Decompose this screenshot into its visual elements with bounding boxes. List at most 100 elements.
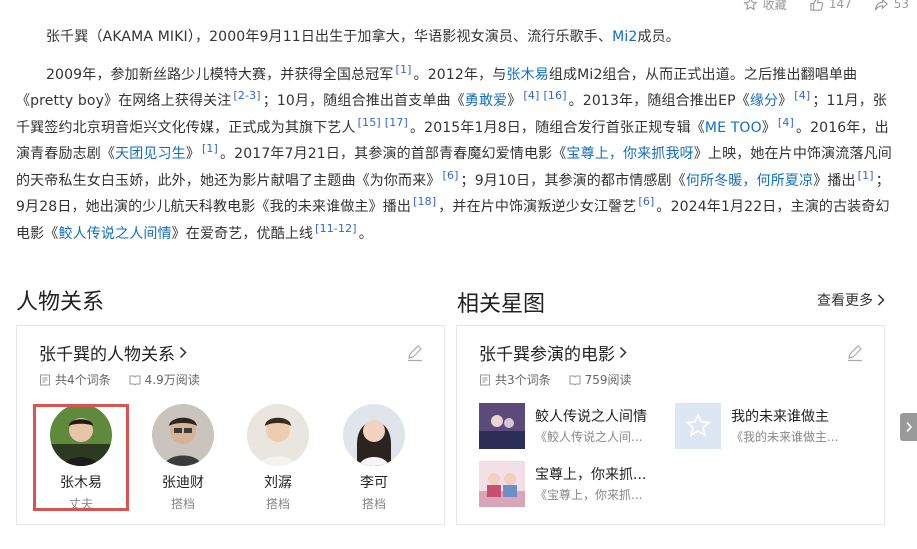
link-mi2[interactable]: Mi2: [612, 29, 637, 45]
reference-link[interactable]: [1]: [202, 142, 218, 155]
text-segment: 》: [507, 93, 522, 109]
read-count: 4.9万阅读: [144, 373, 200, 387]
book-icon: [569, 375, 581, 386]
person-zhang-muyi[interactable]: 张木易 丈夫: [33, 404, 129, 512]
like-count: 147: [828, 0, 852, 11]
reference-link[interactable]: [15]: [358, 116, 381, 129]
reference-link[interactable]: [6]: [638, 195, 654, 208]
reference-link[interactable]: [6]: [443, 169, 459, 182]
movie-title: 鲛人传说之人间情: [535, 409, 647, 425]
link-yuanfen[interactable]: 缘分: [750, 93, 778, 109]
text-segment: 》: [761, 119, 776, 136]
person-zhang-dicai[interactable]: 张迪财 搭档: [135, 404, 231, 512]
person-name: 李可: [360, 475, 388, 491]
text-segment: 。2012年，与: [413, 66, 507, 83]
reference-link[interactable]: [18]: [413, 195, 436, 208]
person-name: 张迪财: [162, 475, 204, 491]
text-segment: 》在爱奇艺，优酷上线: [171, 225, 314, 242]
avatar: [152, 404, 214, 466]
link-bao-zunshang[interactable]: 宝尊上，你来抓我呀: [566, 146, 693, 162]
stars-meta: 共3个词条 759阅读: [479, 371, 632, 388]
reference-link[interactable]: [2-3]: [233, 89, 260, 102]
movie-title: 我的未来谁做主: [731, 409, 829, 425]
relations-section-title: 人物关系: [16, 290, 105, 315]
reference-link[interactable]: [1]: [396, 63, 412, 76]
text-segment: ；9月10日，其参演的都市情感剧《: [460, 172, 686, 189]
stars-card-title[interactable]: 张千巽参演的电影: [479, 340, 627, 365]
text-segment: 成员。: [637, 29, 680, 45]
collect-label: 收藏: [762, 0, 787, 12]
text-segment: 》: [778, 93, 793, 109]
person-name: 刘潺: [264, 475, 292, 491]
relations-card-title-text: 张千巽的人物关系: [39, 345, 175, 365]
person-liu-chan[interactable]: 刘潺 搭档: [230, 404, 326, 512]
movie-subtitle: 《宝尊上，你来抓...: [535, 488, 643, 502]
share-button[interactable]: 53: [874, 0, 909, 12]
entry-count: 共3个词条: [495, 373, 551, 387]
text-segment: ，并在片中饰演叛逆少女江謦艺: [438, 199, 637, 215]
relations-card-title[interactable]: 张千巽的人物关系: [39, 340, 187, 365]
text-segment: 》播出: [813, 172, 856, 189]
reference-link[interactable]: [16]: [543, 89, 566, 102]
reference-link[interactable]: [4]: [778, 116, 794, 129]
entry-count: 共4个词条: [55, 373, 111, 387]
chevron-right-icon: [905, 421, 912, 433]
person-name: 张木易: [60, 475, 102, 491]
movie-subtitle: 《鲛人传说之人间...: [535, 430, 643, 444]
text-segment: 》: [185, 146, 200, 162]
stars-section-title: 相关星图: [457, 292, 546, 317]
movie-item-bao-zunshang[interactable]: 宝尊上，你来抓... 《宝尊上，你来抓...: [479, 461, 669, 509]
stars-card-title-text: 张千巽参演的电影: [479, 345, 615, 365]
reference-link[interactable]: [11-12]: [315, 222, 357, 235]
read-count: 759阅读: [584, 373, 632, 387]
text-segment: 2009年，参加新丝路少儿模特大赛，并获得全国总冠军: [46, 66, 394, 83]
link-he-suo-dong-nuan[interactable]: 何所冬暖，何所夏凉: [686, 173, 813, 189]
stars-card: 张千巽参演的电影 共3个词条 759阅读 鲛人传说之人间情 《鲛人传说之人间..…: [456, 325, 885, 525]
text-segment: 。2013年，随组合推出EP《: [568, 93, 750, 109]
link-tiantuan[interactable]: 天团见习生: [115, 146, 186, 162]
avatar: [50, 404, 112, 466]
link-jiaoren[interactable]: 鲛人传说之人间情: [58, 226, 171, 242]
pencil-icon[interactable]: [846, 344, 864, 362]
movie-item-wode-weilai[interactable]: 我的未来谁做主 《我的未来谁做主...: [675, 403, 865, 451]
poster-image: [479, 403, 525, 449]
document-icon: [480, 374, 490, 385]
link-brave-love[interactable]: 勇敢爱: [465, 93, 507, 109]
person-li-ke[interactable]: 李可 搭档: [326, 404, 422, 512]
share-count: 53: [893, 0, 909, 11]
person-role: 搭档: [361, 497, 386, 511]
avatar: [343, 404, 405, 466]
document-icon: [40, 374, 50, 385]
collect-button[interactable]: 收藏: [743, 0, 787, 13]
star-icon: [743, 0, 758, 10]
avatar: [247, 404, 309, 466]
text-segment: 。2017年7月21日，其参演的首部青春魔幻爱情电影《: [220, 146, 567, 162]
text-segment: 。2015年1月8日，随组合发行首张正规专辑《: [409, 119, 705, 136]
chevron-right-icon: [179, 346, 187, 359]
share-icon: [874, 0, 888, 10]
relations-meta: 共4个词条 4.9万阅读: [39, 371, 200, 388]
person-role: 搭档: [170, 497, 195, 511]
carousel-next-button[interactable]: [900, 413, 917, 441]
action-bar: 收藏 147 53: [743, 0, 909, 14]
pencil-icon[interactable]: [406, 344, 424, 362]
chevron-right-icon: [619, 346, 627, 359]
summary-paragraph: 张千巽（AKAMA MIKI），2000年9月11日出生于加拿大，华语影视女演员…: [16, 24, 896, 51]
reference-link[interactable]: [4]: [794, 89, 810, 102]
chevron-right-icon: [877, 294, 885, 306]
movie-item-jiaoren[interactable]: 鲛人传说之人间情 《鲛人传说之人间...: [479, 403, 669, 451]
movie-subtitle: 《我的未来谁做主...: [731, 430, 839, 444]
reference-link[interactable]: [4]: [523, 89, 539, 102]
thumb-up-icon: [810, 0, 824, 11]
reference-link[interactable]: [17]: [385, 116, 408, 129]
poster-placeholder-icon: [675, 403, 721, 449]
view-more-link[interactable]: 查看更多: [817, 290, 885, 310]
career-paragraph: 2009年，参加新丝路少儿模特大赛，并获得全国总冠军 [1] 。2012年，与张木易…: [16, 62, 896, 248]
reference-link[interactable]: [1]: [858, 169, 874, 182]
poster-image: [479, 461, 525, 507]
like-button[interactable]: 147: [809, 0, 852, 12]
link-me-too[interactable]: ME TOO: [705, 120, 762, 136]
text-segment: 。: [358, 225, 373, 242]
link-zhang-muyi[interactable]: 张木易: [506, 67, 548, 83]
book-icon: [129, 375, 141, 386]
